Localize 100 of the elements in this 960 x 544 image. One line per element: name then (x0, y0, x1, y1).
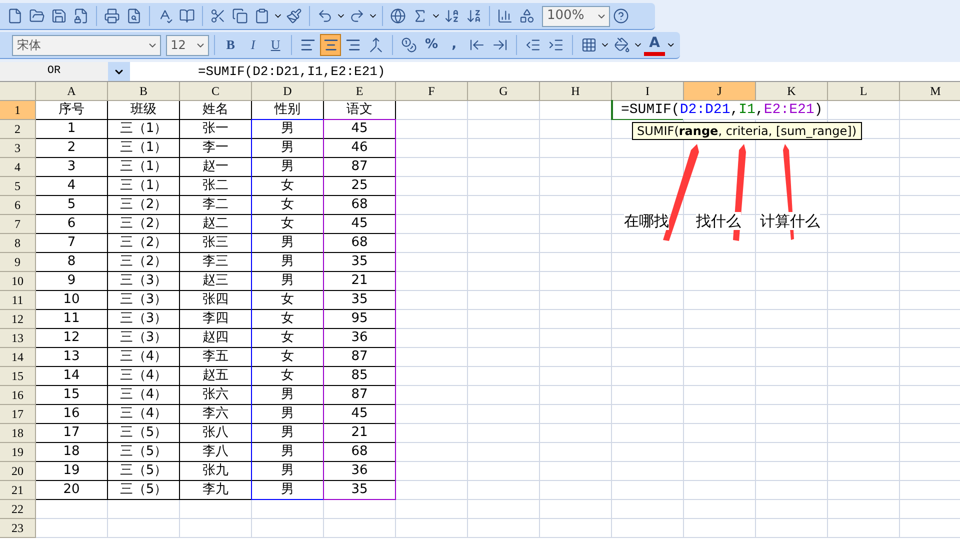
table-cell: 35 (324, 481, 396, 500)
table-cell: 姓名 (180, 101, 252, 120)
table-cell: 赵五 (180, 367, 252, 386)
table-cell: 女 (252, 348, 324, 367)
row-header[interactable]: 11 (0, 291, 36, 310)
row-header[interactable]: 23 (0, 519, 36, 538)
table-cell: 语文 (324, 101, 396, 120)
table-cell: 87 (324, 386, 396, 405)
row-header[interactable]: 12 (0, 310, 36, 329)
table-cell: 女 (252, 215, 324, 234)
column-header[interactable]: J (684, 82, 756, 101)
table-cell: 25 (324, 177, 396, 196)
row-header[interactable]: 16 (0, 386, 36, 405)
table-cell: 张九 (180, 462, 252, 481)
row-header[interactable]: 1 (0, 101, 36, 120)
column-header[interactable]: C (180, 82, 252, 101)
row-header[interactable]: 3 (0, 139, 36, 158)
row-header[interactable]: 14 (0, 348, 36, 367)
table-cell: 男 (252, 405, 324, 424)
row-header[interactable]: 21 (0, 481, 36, 500)
table-cell: 46 (324, 139, 396, 158)
table-cell: 李一 (180, 139, 252, 158)
table-cell: 张六 (180, 386, 252, 405)
row-header[interactable]: 9 (0, 253, 36, 272)
font-dropdown[interactable]: 宋体 (12, 34, 161, 56)
table-cell: 三（1） (108, 177, 180, 196)
row-header[interactable]: 7 (0, 215, 36, 234)
table-cell: 三（2） (108, 234, 180, 253)
column-header[interactable]: H (540, 82, 612, 101)
column-header[interactable]: D (252, 82, 324, 101)
table-cell: 20 (36, 481, 108, 500)
row-header[interactable]: 19 (0, 443, 36, 462)
row-header[interactable]: 13 (0, 329, 36, 348)
table-cell: 17 (36, 424, 108, 443)
row-header[interactable]: 6 (0, 196, 36, 215)
cell-editor[interactable]: =SUMIF(D2:D21,I1,E2:E21) (613, 101, 823, 119)
row-header[interactable]: 22 (0, 500, 36, 519)
table-cell: 序号 (36, 101, 108, 120)
annotation-label: 计算什么 (760, 212, 820, 230)
table-cell: 三（2） (108, 253, 180, 272)
table-cell: 7 (36, 234, 108, 253)
name-box[interactable]: OR (0, 62, 108, 81)
table-cell: 68 (324, 443, 396, 462)
table-cell: 15 (36, 386, 108, 405)
table-cell: 36 (324, 329, 396, 348)
italic-button[interactable]: I (242, 34, 264, 56)
column-header[interactable]: B (108, 82, 180, 101)
table-cell: 女 (252, 367, 324, 386)
row-header[interactable]: 8 (0, 234, 36, 253)
formula-field[interactable]: =SUMIF(D2:D21,I1,E2:E21) (130, 62, 960, 81)
table-cell: 8 (36, 253, 108, 272)
comma-button[interactable]: , (443, 34, 465, 56)
row-header[interactable]: 20 (0, 462, 36, 481)
column-header[interactable]: M (900, 82, 960, 101)
align-center-button[interactable] (320, 34, 342, 56)
column-header[interactable]: I (612, 82, 684, 101)
table-cell: 11 (36, 310, 108, 329)
table-cell: 三（3） (108, 329, 180, 348)
row-header[interactable]: 17 (0, 405, 36, 424)
table-cell: 21 (324, 424, 396, 443)
table-cell: 三（1） (108, 120, 180, 139)
percent-button[interactable]: % (420, 34, 442, 56)
bold-button[interactable]: B (220, 34, 242, 56)
table-cell: 13 (36, 348, 108, 367)
annotation-label: 找什么 (696, 212, 741, 230)
table-cell: 三（5） (108, 443, 180, 462)
font-color-button[interactable]: A (644, 34, 666, 56)
table-cell: 张三 (180, 234, 252, 253)
table-cell: 9 (36, 272, 108, 291)
table-cell: 男 (252, 158, 324, 177)
table-cell: 男 (252, 234, 324, 253)
row-header[interactable]: 2 (0, 120, 36, 139)
column-header[interactable]: K (756, 82, 828, 101)
font-size-dropdown[interactable]: 12 (166, 34, 209, 56)
table-cell: 87 (324, 158, 396, 177)
underline-button[interactable]: U (264, 34, 286, 56)
column-header[interactable]: A (36, 82, 108, 101)
column-header[interactable]: L (828, 82, 900, 101)
table-cell: 男 (252, 424, 324, 443)
column-header[interactable]: E (324, 82, 396, 101)
name-box-dropdown[interactable] (108, 62, 130, 81)
table-cell: 35 (324, 253, 396, 272)
table-cell: 12 (36, 329, 108, 348)
zoom-dropdown[interactable]: 100% (542, 6, 610, 26)
row-header[interactable]: 5 (0, 177, 36, 196)
table-cell: 赵一 (180, 158, 252, 177)
table-cell: 女 (252, 329, 324, 348)
column-header[interactable]: F (396, 82, 468, 101)
column-header[interactable]: G (468, 82, 540, 101)
table-cell: 85 (324, 367, 396, 386)
function-tooltip: SUMIF(range, criteria, [sum_range]) (632, 122, 862, 140)
table-cell: 李五 (180, 348, 252, 367)
row-header[interactable]: 4 (0, 158, 36, 177)
row-header[interactable]: 15 (0, 367, 36, 386)
table-cell: 女 (252, 177, 324, 196)
table-cell: 21 (324, 272, 396, 291)
row-header[interactable]: 18 (0, 424, 36, 443)
row-header[interactable]: 10 (0, 272, 36, 291)
table-cell: 1 (36, 120, 108, 139)
table-cell: 18 (36, 443, 108, 462)
